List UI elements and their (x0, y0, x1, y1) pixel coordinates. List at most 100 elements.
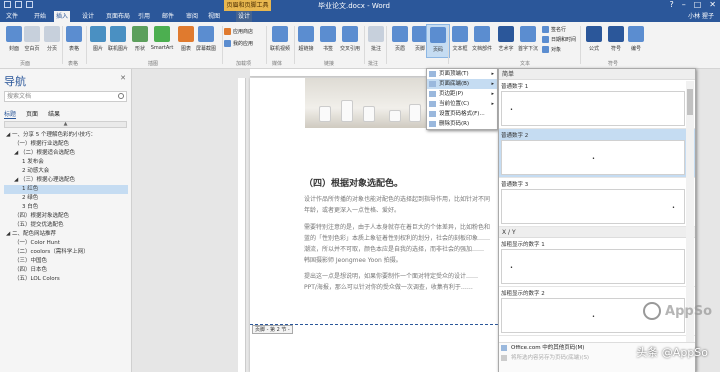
equation-button[interactable]: 公式 (582, 24, 606, 58)
page-number-menu-item[interactable]: 删除页码(R) (427, 119, 497, 129)
drop-cap-button[interactable]: 首字下沉 (516, 24, 540, 58)
paragraph-line[interactable]: 需要特别注意的是，由于人本身就存在着巨大的个体差异，比如粉色和 (304, 222, 504, 233)
close-icon[interactable]: ✕ (120, 74, 126, 82)
tab-design[interactable]: 设计 (80, 11, 96, 22)
numbering-button[interactable]: 编号 (624, 24, 648, 58)
text-box-button[interactable]: 文本框 (448, 24, 472, 58)
tab-home[interactable]: 开始 (32, 11, 48, 22)
nav-heading-item[interactable]: （一）根据行业选配色 (4, 140, 128, 149)
nav-heading-item[interactable]: （四）日本色 (4, 266, 128, 275)
search-input[interactable]: 搜索文档 (4, 91, 127, 102)
store-button[interactable]: 应用商店 (224, 28, 253, 35)
tab-header-footer-design[interactable]: 设计 (236, 11, 253, 22)
quick-parts-button[interactable]: 文档部件 (470, 24, 494, 58)
help-icon[interactable]: ? (669, 0, 673, 9)
gallery-item-label: 普通数字 2 (501, 133, 529, 139)
section-heading[interactable]: （四）根据对象选配色。 (304, 176, 403, 189)
nav-heading-item[interactable]: ◢ （二）根据适合选配色 (4, 149, 128, 158)
paragraph-line[interactable]: 年龄，或者更深入一点性格、爱好。 (304, 205, 504, 216)
nav-heading-item[interactable]: ◢ （三）根据心理选配色 (4, 176, 128, 185)
tab-view[interactable]: 视图 (206, 11, 222, 22)
tab-references[interactable]: 引用 (136, 11, 152, 22)
gallery-item[interactable]: 加粗显示的数字 1 • (499, 238, 695, 287)
page-number-marker: • (672, 205, 675, 211)
maximize-icon[interactable]: □ (694, 0, 702, 9)
tab-insert[interactable]: 插入 (54, 11, 71, 22)
page-number-menu-item[interactable]: 设置页码格式(F)... (427, 109, 497, 119)
hash-icon (628, 26, 644, 42)
gallery-section-xy: X / Y (499, 227, 695, 238)
nav-heading-item[interactable]: （四）根据对象选配色 (4, 212, 128, 221)
page-number-button[interactable]: 页码 (426, 24, 450, 58)
paragraph-line[interactable]: 潮流，所以并不可取，颜色本应是自我的选择，而非社会的强加…… (304, 244, 504, 255)
scroll-up-icon[interactable]: ▲ (4, 121, 127, 128)
page-number-marker: • (592, 314, 595, 320)
online-picture-button[interactable]: 联机图片 (106, 24, 130, 58)
undo-icon[interactable] (15, 1, 22, 8)
nav-heading-item[interactable]: ◢ 二、配色网站推荐 (4, 230, 128, 239)
menu-item-label: 设置页码格式(F)... (439, 111, 485, 117)
group-label-addins: 加载项 (236, 61, 252, 67)
cross-reference-button[interactable]: 交叉引用 (338, 24, 362, 58)
tab-mailings[interactable]: 邮件 (160, 11, 176, 22)
my-apps-button[interactable]: 我的应用 (224, 40, 253, 47)
smartart-button[interactable]: SmartArt (150, 24, 174, 58)
tab-results[interactable]: 结果 (48, 109, 60, 119)
page-number-menu-item[interactable]: 页面底端(B) ▸ (427, 79, 497, 89)
shapes-button[interactable]: 形状 (128, 24, 152, 58)
screenshot-button[interactable]: 屏幕截图 (194, 24, 218, 58)
paragraph-line[interactable]: 蓝的「性别色彩」本质上象征着性别权利的划分，社会的刻板印象…… (304, 233, 504, 244)
page-number-marker: • (592, 156, 595, 162)
group-label-comments: 批注 (368, 61, 379, 67)
appso-logo-icon (643, 302, 662, 320)
tab-headings[interactable]: 标题 (4, 109, 17, 119)
vertical-ruler[interactable] (238, 78, 246, 372)
nav-heading-item[interactable]: 2 动感大会 (4, 167, 128, 176)
gallery-item[interactable]: 普通数字 1 • (499, 80, 695, 129)
nav-heading-item[interactable]: 3 白色 (4, 203, 128, 212)
tab-review[interactable]: 审阅 (184, 11, 200, 22)
page-number-menu-item[interactable]: 页边距(P) ▸ (427, 89, 497, 99)
user-name[interactable]: 小林 猩子 (688, 11, 714, 22)
page-number-menu-item[interactable]: 当前位置(C) ▸ (427, 99, 497, 109)
paragraph-line[interactable]: 韩国摄影师 Jeongmee Yoon 拍摄。 (304, 255, 504, 266)
nav-heading-item[interactable]: （二）coolors（需科学上网） (4, 248, 128, 257)
online-video-button[interactable]: 联机视频 (268, 24, 292, 58)
page-break-button[interactable]: 分页 (40, 24, 64, 58)
paragraph-line[interactable]: 提出这一点是想说明，如果你要制作一个面对特定受众的设计…… (304, 271, 504, 282)
nav-heading-item[interactable]: （五）LOL Colors (4, 275, 128, 284)
nav-heading-item[interactable]: 2 绿色 (4, 194, 128, 203)
nav-heading-item[interactable]: （三）中国色 (4, 257, 128, 266)
gallery-item[interactable]: 普通数字 3 • (499, 178, 695, 227)
minimize-icon[interactable]: – (682, 0, 686, 9)
nav-heading-item[interactable]: （一）Color Hunt (4, 239, 128, 248)
gallery-item-label: 普通数字 3 (501, 182, 529, 188)
table-button[interactable]: 表格 (62, 24, 86, 58)
date-time-button[interactable]: 日期和时间 (542, 36, 576, 43)
bookmark-button[interactable]: 书签 (316, 24, 340, 58)
object-button[interactable]: 对象 (542, 46, 561, 53)
product-photo[interactable] (305, 78, 433, 128)
group-label-symbols: 符号 (608, 61, 619, 67)
wordart-button[interactable]: 艺术字 (494, 24, 518, 58)
nav-heading-item[interactable]: ◢ 一、分享 5 个理解色彩的小技巧： (4, 131, 128, 140)
page-number-menu-item[interactable]: 页面顶端(T) ▸ (427, 69, 497, 79)
tab-pages[interactable]: 页面 (26, 109, 38, 119)
gallery-item[interactable]: 普通数字 2 • (499, 129, 695, 178)
scrollbar-thumb[interactable] (687, 89, 693, 115)
nav-heading-item[interactable]: 1 红色 (4, 185, 128, 194)
search-icon[interactable] (118, 93, 124, 99)
comment-button[interactable]: 批注 (364, 24, 388, 58)
tab-file[interactable]: 文件 (4, 11, 21, 22)
redo-icon[interactable] (26, 1, 33, 8)
paragraph-line[interactable]: 设计作品所传播的对象也能对配色的选择起到指导作用，比如针对不同 (304, 194, 504, 205)
signature-line-button[interactable]: 签名行 (542, 26, 566, 33)
close-icon[interactable]: ✕ (709, 0, 716, 9)
nav-heading-item[interactable]: （五）提交优选配色 (4, 221, 128, 230)
navigation-pane: 导航 ✕ 搜索文档 标题 页面 结果 ▲ ◢ 一、分享 5 个理解色彩的小技巧：… (0, 69, 132, 372)
paragraph-line[interactable]: PPT/海报，那么可以针对你的受众做一次调查，收集有利于…… (304, 282, 504, 293)
nav-heading-item[interactable]: 1 发布会 (4, 158, 128, 167)
hyperlink-button[interactable]: 超链接 (294, 24, 318, 58)
tab-layout[interactable]: 页面布局 (104, 11, 132, 22)
save-icon[interactable] (4, 1, 11, 8)
